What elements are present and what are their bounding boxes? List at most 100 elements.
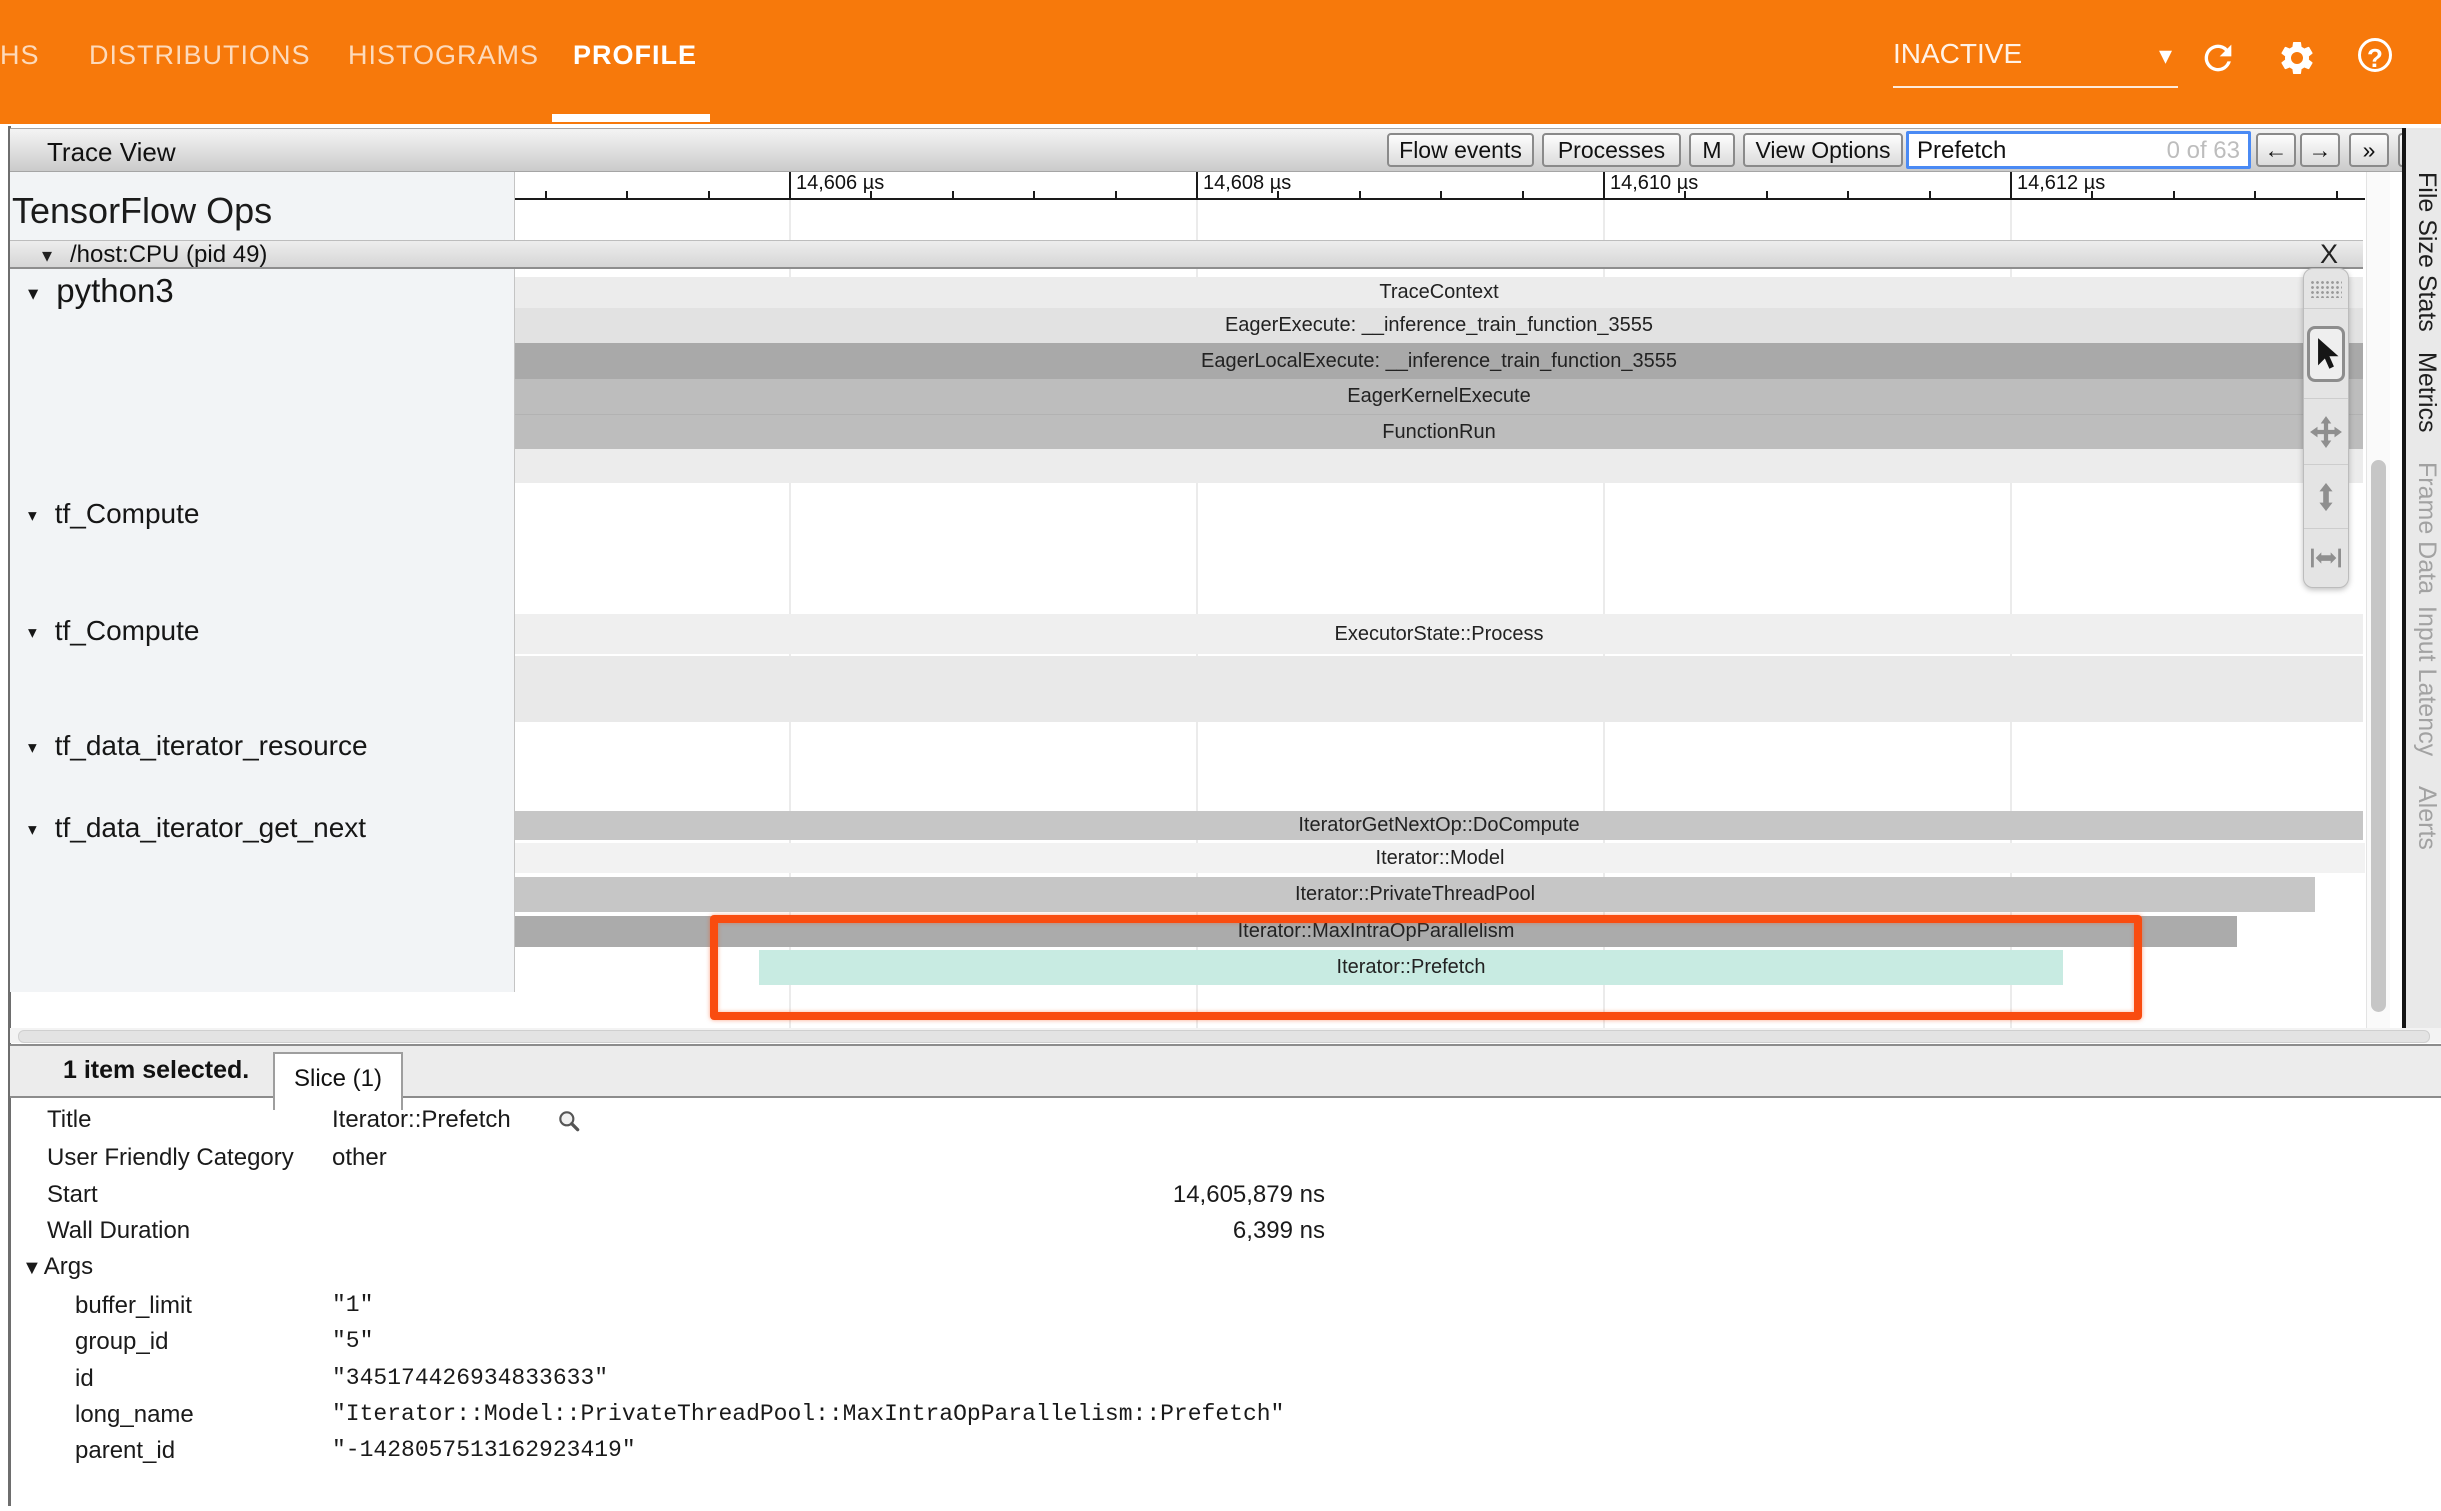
palette-drag-handle[interactable] [2304,269,2348,309]
run-selector-dropdown[interactable]: INACTIVE ▾ [1893,38,2178,88]
args-label: Args [44,1253,93,1280]
sidebar-tab-frame-data[interactable]: Frame Data [2412,462,2441,594]
trace-slice[interactable] [515,449,2363,483]
search-input[interactable]: Prefetch 0 of 63 [1906,131,2251,169]
track-group-tf_data_iterator_resource[interactable]: ▾tf_data_iterator_resource [28,730,368,762]
trace-slice-label: ExecutorState::Process [1335,623,1544,645]
section-title: TensorFlow Ops [12,190,272,232]
active-tab-underline [552,114,710,122]
expander-triangle-icon[interactable]: ▾ [28,737,37,757]
trace-slice[interactable]: IteratorGetNextOp::DoCompute [515,811,2363,840]
trace-slice[interactable]: EagerExecute: __inference_train_function… [515,308,2363,343]
search-next-button[interactable]: → [2300,133,2340,167]
sidebar-tab-metrics[interactable]: Metrics [2412,352,2441,433]
minor-tick [2173,191,2175,199]
toolbar-button-m[interactable]: M [1689,133,1735,167]
chevron-down-icon: ▾ [2159,40,2172,71]
trace-slice-label: TraceContext [1379,281,1498,303]
trace-slice[interactable]: FunctionRun [515,414,2363,449]
toolbar-button-processes[interactable]: Processes [1542,133,1681,167]
timing-tool-button[interactable] [2304,529,2348,587]
args-expander-icon[interactable]: ▼ [22,1257,42,1279]
gear-icon[interactable] [2277,38,2317,78]
magnifier-icon[interactable] [556,1108,582,1139]
track-group-tf_Compute[interactable]: ▾ tf_Compute [28,498,199,530]
major-tick [789,172,791,200]
close-icon[interactable]: X [2320,239,2338,270]
pan-tool-button[interactable] [2304,399,2348,465]
track-group-tf_Compute[interactable]: ▾ tf_Compute [28,615,199,647]
detail-label: Wall Duration [47,1217,190,1245]
minor-tick [952,191,954,199]
app-tab-distributions[interactable]: DISTRIBUTIONS [89,40,311,71]
arg-row-buffer_limit: buffer_limit"1" [0,1292,2431,1324]
track-group-tf_data_iterator_get_next[interactable]: ▾tf_data_iterator_get_next [28,812,366,844]
vertical-scrollbar-thumb[interactable] [2371,460,2386,1012]
more-button[interactable]: » [2349,133,2389,167]
minor-tick [870,191,872,199]
horizontal-scrollbar[interactable] [10,1028,2441,1043]
expander-triangle-icon[interactable]: ▾ [28,819,37,839]
args-section-header[interactable]: ▼Args [22,1253,93,1281]
minor-tick [1277,191,1279,199]
arg-row-id: id "345174426934833633" [0,1365,2431,1397]
minor-tick [626,191,628,199]
arg-value: "345174426934833633" [332,1365,608,1391]
track-group-python3[interactable]: ▾python3 [28,272,174,310]
group-label: tf_Compute [55,498,200,529]
vertical-zoom-tool-button[interactable] [2304,465,2348,529]
search-prev-button[interactable]: ← [2256,133,2296,167]
trace-slice[interactable]: TraceContext [515,277,2363,308]
arg-row-group_id: group_id"5" [0,1328,2431,1360]
minor-tick [2091,191,2093,199]
tool-palette [2303,268,2349,588]
expander-triangle-icon[interactable]: ▾ [28,622,37,642]
detail-label: Title [47,1106,91,1134]
trace-slice[interactable]: EagerLocalExecute: __inference_train_fun… [515,343,2363,379]
help-icon[interactable]: ? [2358,38,2398,78]
minor-tick [1684,191,1686,199]
pan-arrows-icon [2309,415,2343,449]
app-tab-histograms[interactable]: HISTOGRAMS [348,40,539,71]
select-tool-button[interactable] [2304,309,2348,399]
horizontal-scrollbar-thumb[interactable] [18,1030,2430,1043]
process-header-row[interactable]: ▾ /host:CPU (pid 49) X [10,240,2363,269]
expander-triangle-icon[interactable]: ▾ [28,282,38,305]
trace-view-title: Trace View [47,137,176,168]
search-result-count: 0 of 63 [2167,137,2240,165]
refresh-icon[interactable] [2198,38,2238,78]
trace-slice[interactable] [515,656,2363,722]
expander-triangle-icon[interactable]: ▾ [28,505,37,525]
app-tab-profile[interactable]: PROFILE [573,40,697,71]
app-tab-hs[interactable]: HS [0,40,40,71]
minor-tick [1766,191,1768,199]
trace-slice[interactable]: Iterator::PrivateThreadPool [515,877,2315,912]
trace-slice[interactable]: ExecutorState::Process [515,614,2363,654]
sidebar-tab-alerts[interactable]: Alerts [2412,786,2441,850]
vertical-arrow-icon [2311,480,2341,514]
selection-highlight-box [710,915,2142,1020]
vertical-scrollbar[interactable] [2366,172,2390,1028]
run-selector-value: INACTIVE [1893,38,2022,70]
sidebar-tab-file-size-stats[interactable]: File Size Stats [2412,172,2441,332]
group-label: tf_Compute [55,615,200,646]
minor-tick [1440,191,1442,199]
arg-key: long_name [75,1401,194,1429]
grip-dots-icon [2310,280,2342,298]
sidebar-tab-input-latency[interactable]: Input Latency [2412,606,2441,756]
tensorboard-profile-page: HS DISTRIBUTIONS HISTOGRAMS PROFILE INACTIV… [0,0,2441,1511]
trace-slice[interactable]: Iterator::Model [515,843,2365,873]
slice-tab[interactable]: Slice (1) [273,1052,403,1110]
arg-key: buffer_limit [75,1292,192,1320]
arg-row-long_name: long_name"Iterator::Model::PrivateThread… [0,1401,2431,1433]
arg-key: id [75,1365,94,1393]
toolbar-button-view-options[interactable]: View Options [1743,133,1903,167]
search-value: Prefetch [1917,137,2006,165]
trace-slice-label: EagerExecute: __inference_train_function… [1225,314,1653,336]
trace-slice-label: Iterator::Model [1376,847,1505,869]
detail-label: Start [47,1181,98,1209]
toolbar-button-flow-events[interactable]: Flow events [1387,133,1534,167]
trace-slice-label: Iterator::PrivateThreadPool [1295,883,1535,905]
pointer-cursor-icon [2307,326,2345,382]
trace-slice[interactable]: EagerKernelExecute [515,379,2363,414]
